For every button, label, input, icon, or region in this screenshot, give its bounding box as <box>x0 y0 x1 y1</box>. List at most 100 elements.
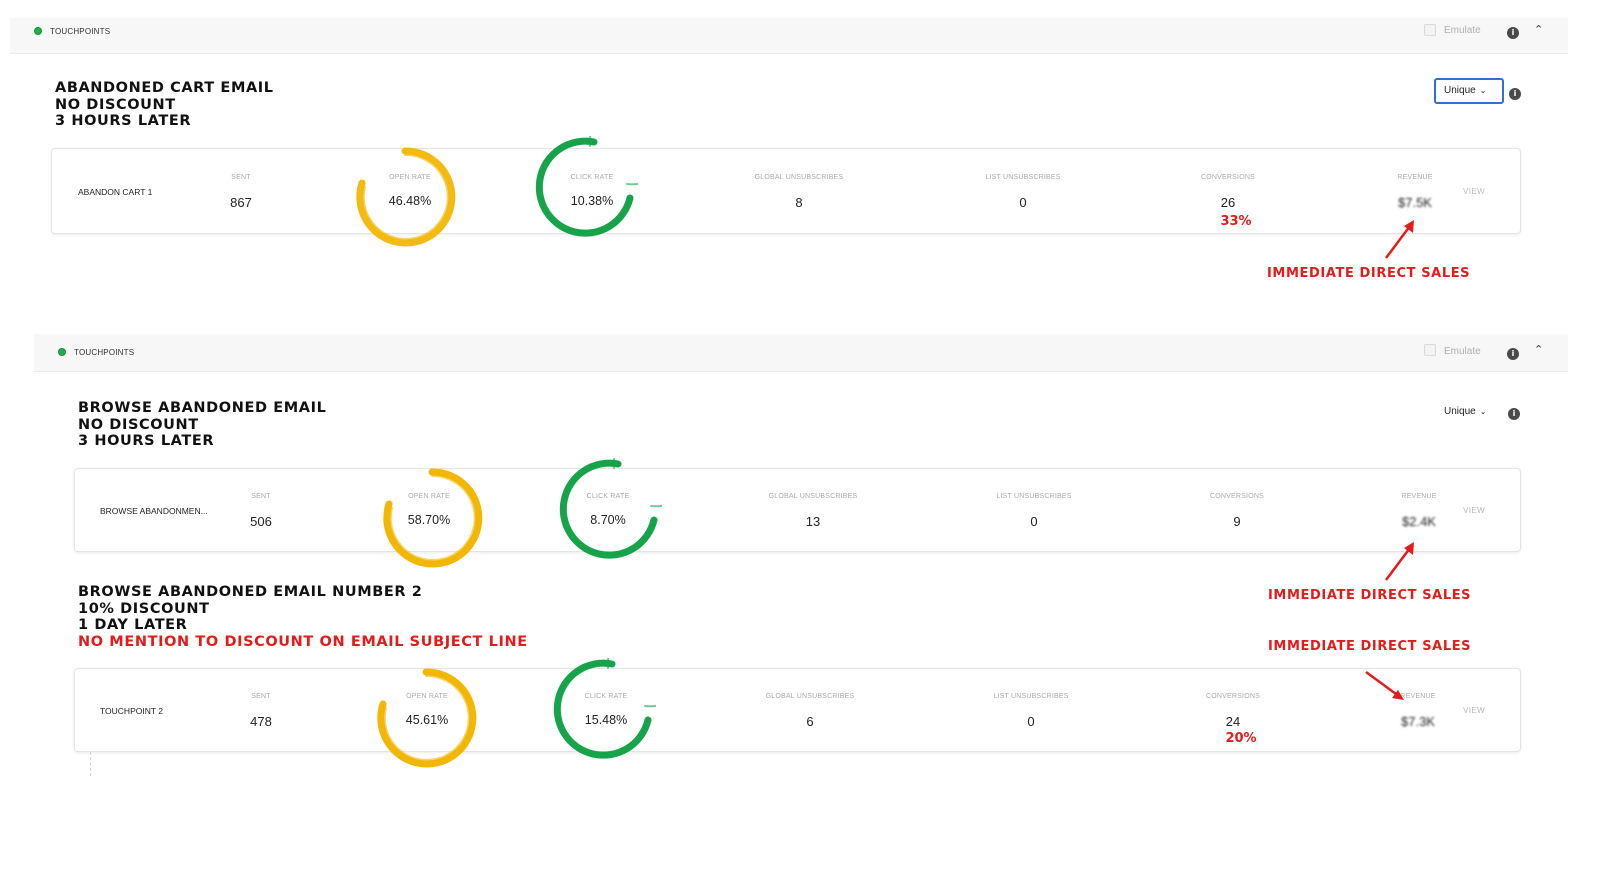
list-unsubscribes-label: LIST UNSUBSCRIBES <box>993 693 1069 700</box>
chevron-down-icon: ⌄ <box>1479 407 1487 416</box>
info-icon[interactable]: i <box>1507 27 1519 39</box>
title-line: 3 HOURS LATER <box>78 433 215 449</box>
revenue-value: $7.3K <box>1401 714 1435 729</box>
panel-header[interactable]: TOUCHPOINTS Emulate i ⌃ <box>34 334 1568 372</box>
status-dot-icon <box>58 348 66 356</box>
emulate-checkbox[interactable] <box>1424 344 1436 356</box>
global-unsubscribes-metric: GLOBAL UNSUBSCRIBES 6 <box>766 693 855 729</box>
global-unsubscribes-label: GLOBAL UNSUBSCRIBES <box>754 174 844 181</box>
click-rate-metric: CLICK RATE 8.70% <box>587 493 630 527</box>
touchpoint-name[interactable]: BROWSE ABANDONMEN... <box>100 506 208 516</box>
revenue-metric: REVENUE $2.4K <box>1401 493 1436 529</box>
title-line: 3 HOURS LATER <box>55 113 192 129</box>
arrow-icon <box>1385 220 1414 259</box>
open-rate-metric: OPEN RATE 46.48% <box>389 174 431 208</box>
revenue-value: $7.5K <box>1398 195 1432 210</box>
immediate-direct-sales-annotation: IMMEDIATE DIRECT SALES <box>1267 266 1471 281</box>
dashed-connector <box>90 752 91 776</box>
global-unsubscribes-metric: GLOBAL UNSUBSCRIBES 8 <box>755 174 844 210</box>
view-link[interactable]: VIEW <box>1463 706 1485 715</box>
unique-select[interactable]: Unique ⌄ <box>1436 401 1494 422</box>
sent-metric: SENT 478 <box>250 693 272 729</box>
click-rate-value: 15.48% <box>584 713 628 727</box>
chevron-down-icon: ⌄ <box>1479 86 1487 95</box>
info-icon[interactable]: i <box>1507 348 1519 360</box>
panel-header[interactable]: TOUCHPOINTS Emulate i ⌃ <box>10 18 1568 54</box>
list-unsubscribes-metric: LIST UNSUBSCRIBES 0 <box>996 493 1071 529</box>
list-unsubscribes-value: 0 <box>1027 714 1035 729</box>
email-title: ABANDONED CART EMAIL NO DISCOUNT 3 HOURS… <box>55 80 274 130</box>
touchpoint-name[interactable]: TOUCHPOINT 2 <box>100 706 163 716</box>
global-unsubscribes-value: 8 <box>795 195 803 210</box>
title-line: 1 DAY LATER <box>78 617 188 633</box>
chevron-up-icon[interactable]: ⌃ <box>1534 343 1543 356</box>
sent-metric: SENT 506 <box>250 493 272 529</box>
unique-select[interactable]: Unique ⌄ <box>1434 78 1504 104</box>
title-line: BROWSE ABANDONED EMAIL NUMBER 2 <box>78 584 423 600</box>
conversions-value: 26 <box>1220 195 1236 210</box>
conversions-metric: CONVERSIONS 9 <box>1210 493 1264 529</box>
conversion-percent-annotation: 20% <box>1225 731 1257 746</box>
panel-title: TOUCHPOINTS <box>50 27 111 36</box>
arrow-icon <box>1365 670 1404 700</box>
title-line: BROWSE ABANDONED EMAIL <box>78 400 327 416</box>
immediate-direct-sales-annotation: IMMEDIATE DIRECT SALES <box>1268 588 1472 603</box>
open-rate-label: OPEN RATE <box>408 493 450 500</box>
click-rate-label: CLICK RATE <box>584 693 628 700</box>
list-unsubscribes-label: LIST UNSUBSCRIBES <box>985 174 1061 181</box>
conversions-value: 24 <box>1225 714 1241 729</box>
sent-label: SENT <box>251 493 271 500</box>
chevron-up-icon[interactable]: ⌃ <box>1534 23 1543 36</box>
conversions-value: 9 <box>1233 514 1241 529</box>
sent-value: 478 <box>250 714 272 729</box>
list-unsubscribes-value: 0 <box>1019 195 1027 210</box>
revenue-label: REVENUE <box>1397 174 1433 181</box>
list-unsubscribes-metric: LIST UNSUBSCRIBES 0 <box>985 174 1060 210</box>
open-rate-metric: OPEN RATE 58.70% <box>408 493 450 527</box>
global-unsubscribes-label: GLOBAL UNSUBSCRIBES <box>768 493 858 500</box>
revenue-label: REVENUE <box>1401 493 1437 500</box>
select-value: Unique <box>1444 406 1476 417</box>
title-line: NO DISCOUNT <box>55 96 176 113</box>
open-rate-value: 45.61% <box>405 713 449 727</box>
arrow-icon <box>1385 542 1414 581</box>
open-rate-value: 46.48% <box>388 194 432 208</box>
open-rate-value: 58.70% <box>407 513 451 527</box>
revenue-value: $2.4K <box>1402 514 1436 529</box>
info-icon[interactable]: i <box>1509 88 1521 100</box>
click-rate-value: 8.70% <box>590 513 626 527</box>
sent-metric: SENT 867 <box>230 174 252 210</box>
status-dot-icon <box>34 27 42 35</box>
click-rate-value: 10.38% <box>570 194 614 208</box>
view-link[interactable]: VIEW <box>1463 506 1485 515</box>
conversion-percent-annotation: 33% <box>1220 214 1252 229</box>
email-title: BROWSE ABANDONED EMAIL NUMBER 2 10% DISC… <box>78 584 528 650</box>
list-unsubscribes-metric: LIST UNSUBSCRIBES 0 <box>993 693 1068 729</box>
open-rate-metric: OPEN RATE 45.61% <box>406 693 448 727</box>
conversions-label: CONVERSIONS <box>1201 174 1255 181</box>
conversions-label: CONVERSIONS <box>1206 693 1260 700</box>
info-icon[interactable]: i <box>1508 408 1520 420</box>
view-link[interactable]: VIEW <box>1463 187 1485 196</box>
panel-title: TOUCHPOINTS <box>74 348 135 357</box>
sent-value: 506 <box>250 514 272 529</box>
click-rate-label: CLICK RATE <box>586 493 630 500</box>
title-line: ABANDONED CART EMAIL <box>55 80 274 96</box>
open-rate-label: OPEN RATE <box>389 174 431 181</box>
list-unsubscribes-value: 0 <box>1030 514 1038 529</box>
conversions-metric: CONVERSIONS 26 <box>1201 174 1255 210</box>
list-unsubscribes-label: LIST UNSUBSCRIBES <box>996 493 1072 500</box>
email-title: BROWSE ABANDONED EMAIL NO DISCOUNT 3 HOU… <box>78 400 326 450</box>
conversions-label: CONVERSIONS <box>1210 493 1264 500</box>
global-unsubscribes-label: GLOBAL UNSUBSCRIBES <box>765 693 855 700</box>
revenue-metric: REVENUE $7.5K <box>1397 174 1432 210</box>
emulate-checkbox[interactable] <box>1424 24 1436 36</box>
immediate-direct-sales-annotation: IMMEDIATE DIRECT SALES <box>1268 639 1472 654</box>
sent-label: SENT <box>251 693 271 700</box>
emulate-label: Emulate <box>1444 25 1481 36</box>
sent-value: 867 <box>230 195 252 210</box>
click-rate-metric: CLICK RATE 10.38% <box>571 174 614 208</box>
touchpoint-name[interactable]: ABANDON CART 1 <box>78 187 152 197</box>
conversions-metric: CONVERSIONS 24 <box>1206 693 1260 729</box>
open-rate-label: OPEN RATE <box>406 693 448 700</box>
